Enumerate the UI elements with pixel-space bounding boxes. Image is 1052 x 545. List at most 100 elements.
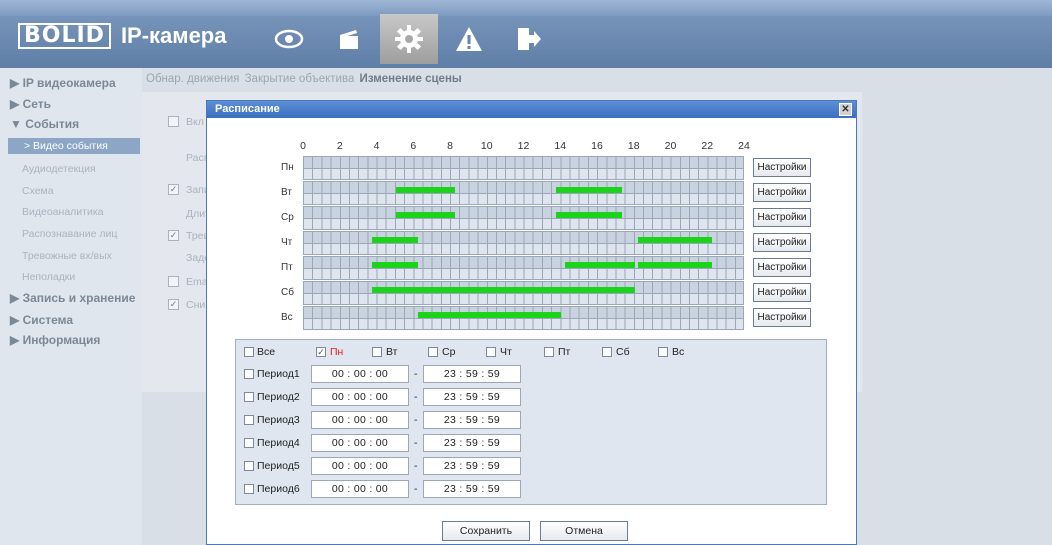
day-settings-button[interactable]: Настройки <box>753 283 811 302</box>
tab-scene-change[interactable]: Изменение сцены <box>360 73 462 85</box>
hour-label: 2 <box>336 140 343 152</box>
period-end-time[interactable]: 23 : 59 : 59 <box>423 388 521 406</box>
day-checkbox-label: Пн <box>330 346 344 358</box>
cancel-button[interactable]: Отмена <box>540 521 628 541</box>
logo: BOLID IP-камера <box>18 22 226 50</box>
day-label: Ср <box>281 212 294 223</box>
day-settings-button[interactable]: Настройки <box>753 208 811 227</box>
hour-label: 22 <box>701 140 714 152</box>
bg-checkbox <box>168 276 179 287</box>
schedule-bar <box>371 237 418 243</box>
sidebar-item-face-recognition[interactable]: Распознавание лиц <box>22 228 117 240</box>
eye-icon[interactable] <box>260 14 318 64</box>
day-checkbox[interactable] <box>658 347 668 357</box>
period-separator: - <box>414 368 418 380</box>
schedule-bar <box>555 212 622 218</box>
day-timeline[interactable] <box>303 306 744 330</box>
period-end-time[interactable]: 23 : 59 : 59 <box>423 457 521 475</box>
clapper-icon[interactable] <box>320 14 378 64</box>
sidebar-item-faults[interactable]: Неполадки <box>22 271 75 283</box>
day-settings-button[interactable]: Настройки <box>753 308 811 327</box>
period-checkbox[interactable] <box>244 392 254 402</box>
hour-label: 16 <box>591 140 603 152</box>
hour-label: 8 <box>447 140 453 152</box>
period-label: Период4 <box>257 437 300 449</box>
select-all-label: Все <box>257 346 276 358</box>
sidebar-item-audio-detection[interactable]: Аудиодетекция <box>22 163 96 175</box>
sidebar: ▶ IP видеокамера ▶ Сеть ▼ События > Виде… <box>0 68 142 545</box>
hour-label: 0 <box>300 140 306 152</box>
sidebar-item-info[interactable]: ▶ Информация <box>10 333 100 347</box>
period-start-time[interactable]: 00 : 00 : 00 <box>311 434 409 452</box>
close-icon[interactable]: ✕ <box>839 103 852 116</box>
period-end-time[interactable]: 23 : 59 : 59 <box>423 434 521 452</box>
sidebar-item-network[interactable]: ▶ Сеть <box>10 97 51 111</box>
sidebar-item-scheme[interactable]: Схема <box>22 185 54 197</box>
period-checkbox[interactable] <box>244 415 254 425</box>
period-separator: - <box>414 437 418 449</box>
day-timeline[interactable] <box>303 206 744 230</box>
bg-label: Вкл <box>186 116 204 128</box>
period-separator: - <box>414 460 418 472</box>
period-label: Период2 <box>257 391 300 403</box>
day-settings-button[interactable]: Настройки <box>753 183 811 202</box>
schedule-dialog: Расписание ✕ 0 2 4 6 8 10 12 14 16 18 20 22 24 Все ✓… <box>206 100 857 545</box>
period-panel: Все ✓ Пн Вт Ср Чт Пт Сб Вс Период1 00 : 00 : 00-2… <box>235 339 827 505</box>
day-checkbox[interactable] <box>372 347 382 357</box>
day-settings-button[interactable]: Настройки <box>753 158 811 177</box>
period-label: Период6 <box>257 483 300 495</box>
day-checkbox-label: Чт <box>500 346 512 358</box>
tab-motion-detection[interactable]: Обнар. движения <box>146 73 239 85</box>
period-end-time[interactable]: 23 : 59 : 59 <box>423 480 521 498</box>
hour-label: 10 <box>480 140 493 152</box>
period-start-time[interactable]: 00 : 00 : 00 <box>311 411 409 429</box>
day-settings-button[interactable]: Настройки <box>753 233 811 252</box>
period-end-time[interactable]: 23 : 59 : 59 <box>423 365 521 383</box>
day-timeline[interactable] <box>303 256 744 280</box>
day-checkbox[interactable] <box>486 347 496 357</box>
sidebar-item-system[interactable]: ▶ Система <box>10 313 73 327</box>
sidebar-item-video-analytics[interactable]: Видеоаналитика <box>22 206 103 218</box>
sidebar-item-events[interactable]: ▼ События <box>10 117 79 131</box>
day-checkbox-label: Пт <box>558 346 571 358</box>
schedule-bar <box>371 287 635 293</box>
period-checkbox[interactable] <box>244 484 254 494</box>
warning-icon[interactable] <box>440 14 498 64</box>
day-checkbox[interactable]: ✓ <box>316 347 326 357</box>
day-timeline[interactable] <box>303 231 744 255</box>
day-checkbox[interactable] <box>602 347 612 357</box>
sidebar-item-video-events[interactable]: > Видео события <box>8 138 140 154</box>
day-checkbox[interactable] <box>544 347 554 357</box>
sidebar-item-alarm-io[interactable]: Тревожные вх/вых <box>22 250 112 262</box>
day-label: Пт <box>281 262 293 273</box>
period-start-time[interactable]: 00 : 00 : 00 <box>311 480 409 498</box>
bg-checkbox: ✓ <box>168 230 179 241</box>
schedule-bar <box>638 262 712 268</box>
day-timeline[interactable] <box>303 181 744 205</box>
period-checkbox[interactable] <box>244 369 254 379</box>
day-checkbox[interactable] <box>428 347 438 357</box>
period-end-time[interactable]: 23 : 59 : 59 <box>423 411 521 429</box>
logout-icon[interactable] <box>500 14 558 64</box>
period-start-time[interactable]: 00 : 00 : 00 <box>311 365 409 383</box>
hour-label: 24 <box>738 140 750 152</box>
schedule-bar <box>395 187 455 193</box>
period-label: Период3 <box>257 414 300 426</box>
tab-lens-cover[interactable]: Закрытие объектива <box>245 73 355 85</box>
hour-label: 18 <box>627 140 640 152</box>
period-checkbox[interactable] <box>244 438 254 448</box>
bg-checkbox: ✓ <box>168 299 179 310</box>
select-all-checkbox[interactable] <box>244 347 254 357</box>
day-timeline[interactable] <box>303 156 744 180</box>
sidebar-item-ip-camera[interactable]: ▶ IP видеокамера <box>10 76 116 90</box>
period-checkbox[interactable] <box>244 461 254 471</box>
period-start-time[interactable]: 00 : 00 : 00 <box>311 457 409 475</box>
bg-checkbox: ✓ <box>168 184 179 195</box>
save-button[interactable]: Сохранить <box>442 521 530 541</box>
day-timeline[interactable] <box>303 281 744 305</box>
day-settings-button[interactable]: Настройки <box>753 258 811 277</box>
sidebar-item-recording[interactable]: ▶ Запись и хранение <box>10 291 135 305</box>
period-start-time[interactable]: 00 : 00 : 00 <box>311 388 409 406</box>
gear-icon[interactable] <box>380 14 438 64</box>
day-label: Вс <box>281 312 293 323</box>
